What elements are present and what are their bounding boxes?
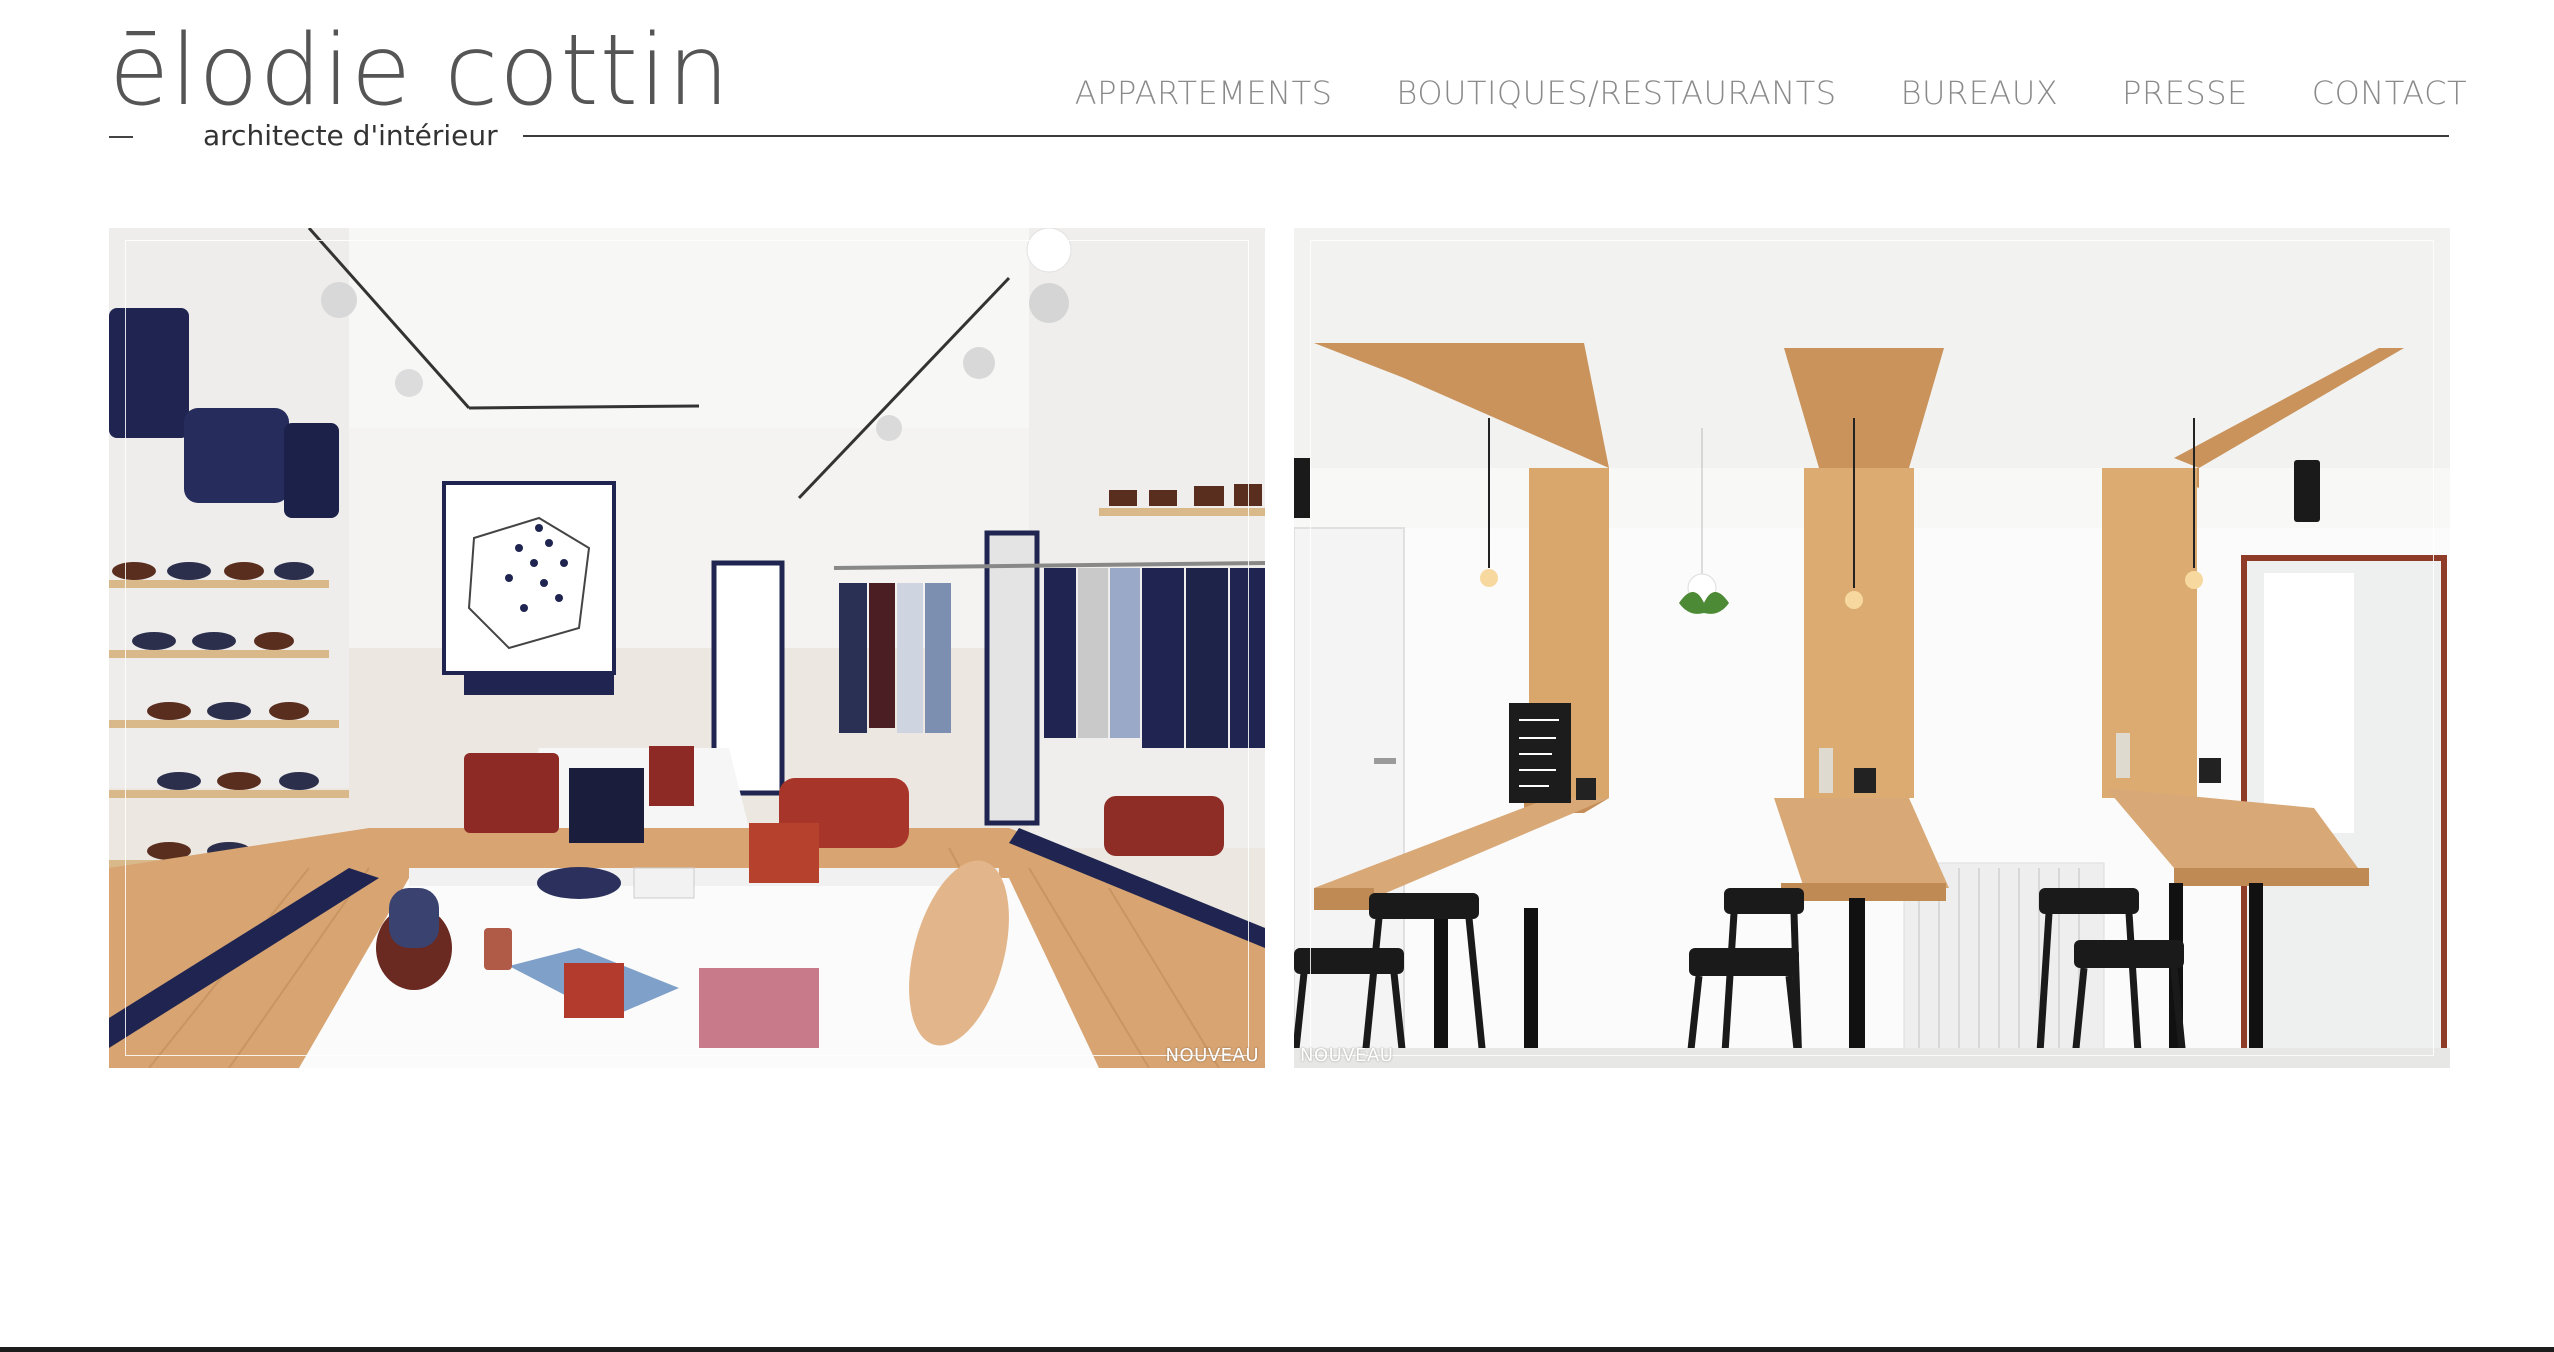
header-divider: [523, 135, 2449, 137]
logo-dash: [109, 136, 133, 138]
logo-name: ēlodie cottin: [109, 14, 731, 128]
nav-bureaux[interactable]: BUREAUX: [1901, 74, 2059, 112]
logo-home-link[interactable]: ēlodie cottin architecte d'intérieur: [109, 22, 729, 152]
new-badge-boutique: NOUVEAU: [1165, 1045, 1259, 1066]
project-tile-cafe[interactable]: NOUVEAU: [1294, 228, 2450, 1068]
new-badge-cafe: NOUVEAU: [1300, 1045, 1394, 1066]
nav-presse[interactable]: PRESSE: [2122, 74, 2248, 112]
nav-contact[interactable]: CONTACT: [2312, 74, 2467, 112]
cafe-bar-interior-photo: [1294, 228, 2450, 1068]
main-nav: APPARTEMENTS BOUTIQUES/RESTAURANTS BUREA…: [1075, 74, 2467, 112]
nav-appartements[interactable]: APPARTEMENTS: [1075, 74, 1333, 112]
window-bottom-edge: [0, 1347, 2554, 1352]
logo-subtitle: architecte d'intérieur: [203, 119, 498, 152]
nav-boutiques-restaurants[interactable]: BOUTIQUES/RESTAURANTS: [1396, 74, 1836, 112]
project-tile-boutique[interactable]: NOUVEAU: [109, 228, 1265, 1068]
boutique-interior-photo: [109, 228, 1265, 1068]
